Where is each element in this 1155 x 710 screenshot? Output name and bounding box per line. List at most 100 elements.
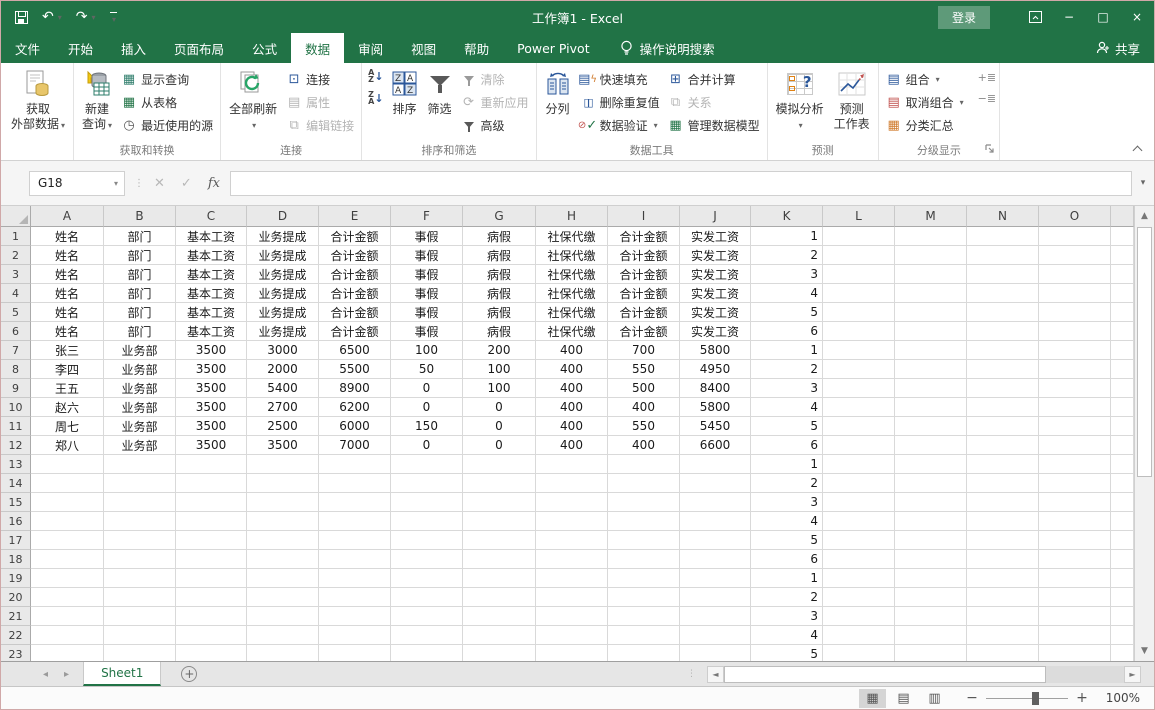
collapse-ribbon-button[interactable] — [1134, 144, 1142, 152]
zoom-slider-thumb[interactable] — [1032, 692, 1039, 705]
cell-B18[interactable] — [104, 550, 176, 569]
cell-F15[interactable] — [391, 493, 463, 512]
cell-N22[interactable] — [967, 626, 1039, 645]
cell-E6[interactable]: 合计金额 — [319, 322, 391, 341]
select-all-button[interactable] — [1, 206, 31, 227]
cell-F22[interactable] — [391, 626, 463, 645]
cell-E11[interactable]: 6000 — [319, 417, 391, 436]
cell-O6[interactable] — [1039, 322, 1111, 341]
flash-fill-button[interactable]: ▤ϟ快速填充 — [576, 68, 664, 90]
next-sheet-button[interactable]: ▸ — [64, 669, 69, 680]
cell-J13[interactable] — [680, 455, 751, 474]
manage-data-model-button[interactable]: ▦管理数据模型 — [664, 114, 764, 136]
cell-M17[interactable] — [895, 531, 967, 550]
cell-D22[interactable] — [247, 626, 319, 645]
cell-H9[interactable]: 400 — [536, 379, 608, 398]
column-header-M[interactable]: M — [895, 206, 967, 227]
cell-L22[interactable] — [823, 626, 895, 645]
cell-A23[interactable] — [31, 645, 104, 661]
subtotal-button[interactable]: ▦分类汇总 — [882, 114, 968, 136]
cell-L2[interactable] — [823, 246, 895, 265]
row-header-4[interactable]: 4 — [1, 284, 31, 303]
cell-H12[interactable]: 400 — [536, 436, 608, 455]
cell-K20[interactable]: 2 — [751, 588, 823, 607]
cell-I19[interactable] — [608, 569, 680, 588]
row-header-17[interactable]: 17 — [1, 531, 31, 550]
cell-L20[interactable] — [823, 588, 895, 607]
cell-A17[interactable] — [31, 531, 104, 550]
cell-N16[interactable] — [967, 512, 1039, 531]
cell-A14[interactable] — [31, 474, 104, 493]
cell-M4[interactable] — [895, 284, 967, 303]
cell-D16[interactable] — [247, 512, 319, 531]
cell-M2[interactable] — [895, 246, 967, 265]
cell-I2[interactable]: 合计金额 — [608, 246, 680, 265]
cell-J17[interactable] — [680, 531, 751, 550]
row-header-12[interactable]: 12 — [1, 436, 31, 455]
cell-M5[interactable] — [895, 303, 967, 322]
clear-filter-button[interactable]: 清除 — [457, 68, 533, 90]
cell-O13[interactable] — [1039, 455, 1111, 474]
cell-L1[interactable] — [823, 227, 895, 246]
cell-partial-17[interactable] — [1111, 531, 1134, 550]
cell-D23[interactable] — [247, 645, 319, 661]
cell-G17[interactable] — [463, 531, 536, 550]
cell-O2[interactable] — [1039, 246, 1111, 265]
cell-H22[interactable] — [536, 626, 608, 645]
cell-O23[interactable] — [1039, 645, 1111, 661]
cell-C13[interactable] — [176, 455, 247, 474]
cell-C17[interactable] — [176, 531, 247, 550]
cell-J10[interactable]: 5800 — [680, 398, 751, 417]
cell-I6[interactable]: 合计金额 — [608, 322, 680, 341]
cell-F12[interactable]: 0 — [391, 436, 463, 455]
cell-L23[interactable] — [823, 645, 895, 661]
cell-L10[interactable] — [823, 398, 895, 417]
cell-K3[interactable]: 3 — [751, 265, 823, 284]
cell-O15[interactable] — [1039, 493, 1111, 512]
cell-L6[interactable] — [823, 322, 895, 341]
cell-F11[interactable]: 150 — [391, 417, 463, 436]
tab-插入[interactable]: 插入 — [107, 33, 160, 63]
cell-I8[interactable]: 550 — [608, 360, 680, 379]
cell-partial-22[interactable] — [1111, 626, 1134, 645]
cell-B20[interactable] — [104, 588, 176, 607]
cell-H2[interactable]: 社保代缴 — [536, 246, 608, 265]
cell-I23[interactable] — [608, 645, 680, 661]
cell-B12[interactable]: 业务部 — [104, 436, 176, 455]
cell-H14[interactable] — [536, 474, 608, 493]
cell-A19[interactable] — [31, 569, 104, 588]
cell-K4[interactable]: 4 — [751, 284, 823, 303]
cell-B16[interactable] — [104, 512, 176, 531]
cell-K9[interactable]: 3 — [751, 379, 823, 398]
cell-K11[interactable]: 5 — [751, 417, 823, 436]
cell-K14[interactable]: 2 — [751, 474, 823, 493]
cell-M15[interactable] — [895, 493, 967, 512]
cell-I21[interactable] — [608, 607, 680, 626]
cell-M9[interactable] — [895, 379, 967, 398]
cell-N11[interactable] — [967, 417, 1039, 436]
cell-O18[interactable] — [1039, 550, 1111, 569]
cell-D3[interactable]: 业务提成 — [247, 265, 319, 284]
cell-N9[interactable] — [967, 379, 1039, 398]
cell-N1[interactable] — [967, 227, 1039, 246]
cell-M20[interactable] — [895, 588, 967, 607]
cell-O1[interactable] — [1039, 227, 1111, 246]
cell-M13[interactable] — [895, 455, 967, 474]
sort-button[interactable]: ZAAZ 排序 — [387, 65, 423, 143]
cell-E20[interactable] — [319, 588, 391, 607]
cell-K8[interactable]: 2 — [751, 360, 823, 379]
cell-E17[interactable] — [319, 531, 391, 550]
scroll-down-icon[interactable]: ▼ — [1135, 641, 1154, 661]
cell-B15[interactable] — [104, 493, 176, 512]
cell-O17[interactable] — [1039, 531, 1111, 550]
cell-N15[interactable] — [967, 493, 1039, 512]
cell-I1[interactable]: 合计金额 — [608, 227, 680, 246]
cell-A4[interactable]: 姓名 — [31, 284, 104, 303]
row-header-13[interactable]: 13 — [1, 455, 31, 474]
cell-G14[interactable] — [463, 474, 536, 493]
row-header-21[interactable]: 21 — [1, 607, 31, 626]
cell-C6[interactable]: 基本工资 — [176, 322, 247, 341]
cell-F9[interactable]: 0 — [391, 379, 463, 398]
cell-L21[interactable] — [823, 607, 895, 626]
cell-O9[interactable] — [1039, 379, 1111, 398]
